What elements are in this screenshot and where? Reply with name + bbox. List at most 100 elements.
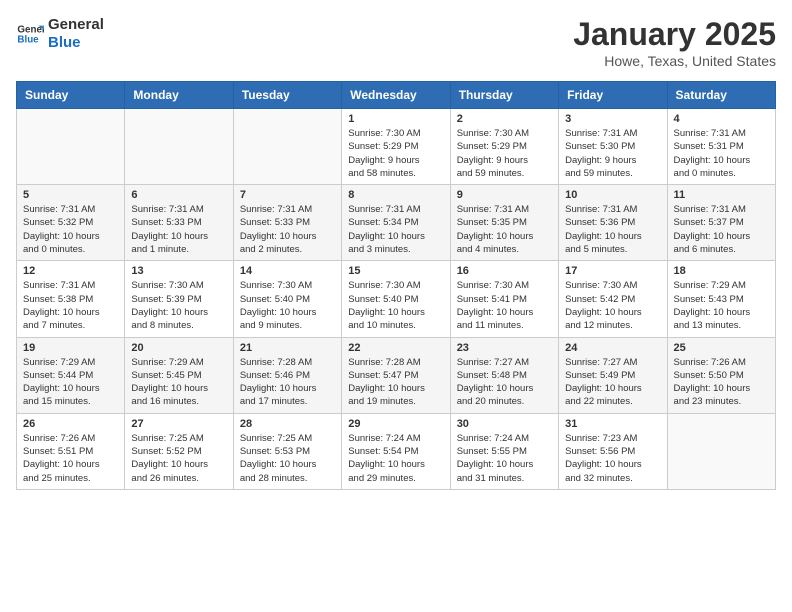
day-info: Sunrise: 7:26 AM Sunset: 5:50 PM Dayligh… xyxy=(674,356,769,409)
day-number: 5 xyxy=(23,189,118,201)
calendar-cell: 11 Sunrise: 7:31 AM Sunset: 5:37 PM Dayli… xyxy=(667,185,775,261)
day-number: 23 xyxy=(457,342,552,354)
title-block: January 2025 Howe, Texas, United States xyxy=(573,16,776,69)
day-number: 17 xyxy=(565,265,660,277)
calendar-cell: 22Sunrise: 7:28 AM Sunset: 5:47 PM Dayli… xyxy=(342,337,450,413)
calendar-cell: 4 Sunrise: 7:31 AM Sunset: 5:31 PM Daylig… xyxy=(667,109,775,185)
day-info: Sunrise: 7:31 AM Sunset: 5:31 PM Dayligh… xyxy=(674,127,769,180)
day-info: Sunrise: 7:31 AM Sunset: 5:35 PM Dayligh… xyxy=(457,203,552,256)
day-number: 6 xyxy=(131,189,226,201)
day-info: Sunrise: 7:24 AM Sunset: 5:54 PM Dayligh… xyxy=(348,432,443,485)
day-number: 4 xyxy=(674,113,769,125)
logo-icon: General Blue xyxy=(16,20,44,48)
day-info: Sunrise: 7:24 AM Sunset: 5:55 PM Dayligh… xyxy=(457,432,552,485)
calendar-cell: 16 Sunrise: 7:30 AM Sunset: 5:41 PM Dayli… xyxy=(450,261,558,337)
calendar-cell xyxy=(17,109,125,185)
calendar-cell: 2 Sunrise: 7:30 AM Sunset: 5:29 PM Daylig… xyxy=(450,109,558,185)
day-number: 29 xyxy=(348,418,443,430)
day-info: Sunrise: 7:29 AM Sunset: 5:44 PM Dayligh… xyxy=(23,356,118,409)
calendar-cell: 8 Sunrise: 7:31 AM Sunset: 5:34 PM Daylig… xyxy=(342,185,450,261)
day-number: 21 xyxy=(240,342,335,354)
calendar-cell: 26 Sunrise: 7:26 AM Sunset: 5:51 PM Dayli… xyxy=(17,413,125,489)
calendar-cell xyxy=(233,109,341,185)
day-number: 28 xyxy=(240,418,335,430)
day-info: Sunrise: 7:31 AM Sunset: 5:30 PM Dayligh… xyxy=(565,127,660,180)
day-info: Sunrise: 7:30 AM Sunset: 5:42 PM Dayligh… xyxy=(565,279,660,332)
weekday-header-tuesday: Tuesday xyxy=(233,82,341,109)
day-number: 13 xyxy=(131,265,226,277)
calendar-cell: 15Sunrise: 7:30 AM Sunset: 5:40 PM Dayli… xyxy=(342,261,450,337)
day-number: 31 xyxy=(565,418,660,430)
calendar-cell: 31 Sunrise: 7:23 AM Sunset: 5:56 PM Dayli… xyxy=(559,413,667,489)
day-info: Sunrise: 7:30 AM Sunset: 5:29 PM Dayligh… xyxy=(348,127,443,180)
day-info: Sunrise: 7:31 AM Sunset: 5:32 PM Dayligh… xyxy=(23,203,118,256)
calendar-cell: 14Sunrise: 7:30 AM Sunset: 5:40 PM Dayli… xyxy=(233,261,341,337)
day-info: Sunrise: 7:25 AM Sunset: 5:52 PM Dayligh… xyxy=(131,432,226,485)
calendar-cell: 12Sunrise: 7:31 AM Sunset: 5:38 PM Dayli… xyxy=(17,261,125,337)
day-number: 11 xyxy=(674,189,769,201)
weekday-header-wednesday: Wednesday xyxy=(342,82,450,109)
day-number: 27 xyxy=(131,418,226,430)
month-title: January 2025 xyxy=(573,16,776,53)
day-info: Sunrise: 7:25 AM Sunset: 5:53 PM Dayligh… xyxy=(240,432,335,485)
weekday-header-monday: Monday xyxy=(125,82,233,109)
day-info: Sunrise: 7:31 AM Sunset: 5:37 PM Dayligh… xyxy=(674,203,769,256)
svg-text:Blue: Blue xyxy=(17,34,39,45)
week-row-5: 26 Sunrise: 7:26 AM Sunset: 5:51 PM Dayli… xyxy=(17,413,776,489)
day-number: 18 xyxy=(674,265,769,277)
calendar-cell: 10 Sunrise: 7:31 AM Sunset: 5:36 PM Dayli… xyxy=(559,185,667,261)
calendar-cell: 17 Sunrise: 7:30 AM Sunset: 5:42 PM Dayli… xyxy=(559,261,667,337)
day-info: Sunrise: 7:30 AM Sunset: 5:39 PM Dayligh… xyxy=(131,279,226,332)
location: Howe, Texas, United States xyxy=(573,53,776,69)
calendar-cell xyxy=(667,413,775,489)
day-info: Sunrise: 7:23 AM Sunset: 5:56 PM Dayligh… xyxy=(565,432,660,485)
calendar-table: SundayMondayTuesdayWednesdayThursdayFrid… xyxy=(16,81,776,490)
day-number: 22 xyxy=(348,342,443,354)
day-info: Sunrise: 7:30 AM Sunset: 5:29 PM Dayligh… xyxy=(457,127,552,180)
weekday-header-sunday: Sunday xyxy=(17,82,125,109)
calendar-cell: 24 Sunrise: 7:27 AM Sunset: 5:49 PM Dayli… xyxy=(559,337,667,413)
day-info: Sunrise: 7:30 AM Sunset: 5:40 PM Dayligh… xyxy=(240,279,335,332)
calendar-cell: 20Sunrise: 7:29 AM Sunset: 5:45 PM Dayli… xyxy=(125,337,233,413)
week-row-2: 5 Sunrise: 7:31 AM Sunset: 5:32 PM Daylig… xyxy=(17,185,776,261)
calendar-cell: 23 Sunrise: 7:27 AM Sunset: 5:48 PM Dayli… xyxy=(450,337,558,413)
day-info: Sunrise: 7:28 AM Sunset: 5:46 PM Dayligh… xyxy=(240,356,335,409)
calendar-cell: 21 Sunrise: 7:28 AM Sunset: 5:46 PM Dayli… xyxy=(233,337,341,413)
day-number: 8 xyxy=(348,189,443,201)
day-info: Sunrise: 7:29 AM Sunset: 5:43 PM Dayligh… xyxy=(674,279,769,332)
day-number: 10 xyxy=(565,189,660,201)
calendar-cell: 13 Sunrise: 7:30 AM Sunset: 5:39 PM Dayli… xyxy=(125,261,233,337)
day-info: Sunrise: 7:31 AM Sunset: 5:33 PM Dayligh… xyxy=(131,203,226,256)
page-header: General Blue General Blue January 2025 H… xyxy=(16,16,776,69)
calendar-cell: 19 Sunrise: 7:29 AM Sunset: 5:44 PM Dayli… xyxy=(17,337,125,413)
day-info: Sunrise: 7:31 AM Sunset: 5:33 PM Dayligh… xyxy=(240,203,335,256)
day-number: 15 xyxy=(348,265,443,277)
day-info: Sunrise: 7:27 AM Sunset: 5:48 PM Dayligh… xyxy=(457,356,552,409)
logo-blue: Blue xyxy=(48,34,104,52)
day-number: 12 xyxy=(23,265,118,277)
calendar-cell: 25 Sunrise: 7:26 AM Sunset: 5:50 PM Dayli… xyxy=(667,337,775,413)
day-info: Sunrise: 7:27 AM Sunset: 5:49 PM Dayligh… xyxy=(565,356,660,409)
day-number: 30 xyxy=(457,418,552,430)
day-info: Sunrise: 7:31 AM Sunset: 5:34 PM Dayligh… xyxy=(348,203,443,256)
day-number: 25 xyxy=(674,342,769,354)
day-number: 19 xyxy=(23,342,118,354)
day-info: Sunrise: 7:30 AM Sunset: 5:41 PM Dayligh… xyxy=(457,279,552,332)
day-number: 16 xyxy=(457,265,552,277)
weekday-header-thursday: Thursday xyxy=(450,82,558,109)
day-number: 7 xyxy=(240,189,335,201)
day-info: Sunrise: 7:31 AM Sunset: 5:36 PM Dayligh… xyxy=(565,203,660,256)
day-number: 26 xyxy=(23,418,118,430)
logo-general: General xyxy=(48,16,104,34)
calendar-cell: 9Sunrise: 7:31 AM Sunset: 5:35 PM Daylig… xyxy=(450,185,558,261)
calendar-cell: 29 Sunrise: 7:24 AM Sunset: 5:54 PM Dayli… xyxy=(342,413,450,489)
weekday-header-row: SundayMondayTuesdayWednesdayThursdayFrid… xyxy=(17,82,776,109)
day-number: 24 xyxy=(565,342,660,354)
calendar-cell: 30 Sunrise: 7:24 AM Sunset: 5:55 PM Dayli… xyxy=(450,413,558,489)
calendar-cell: 28 Sunrise: 7:25 AM Sunset: 5:53 PM Dayli… xyxy=(233,413,341,489)
day-number: 2 xyxy=(457,113,552,125)
day-info: Sunrise: 7:26 AM Sunset: 5:51 PM Dayligh… xyxy=(23,432,118,485)
calendar-cell: 18 Sunrise: 7:29 AM Sunset: 5:43 PM Dayli… xyxy=(667,261,775,337)
calendar-cell: 7 Sunrise: 7:31 AM Sunset: 5:33 PM Daylig… xyxy=(233,185,341,261)
day-number: 1 xyxy=(348,113,443,125)
